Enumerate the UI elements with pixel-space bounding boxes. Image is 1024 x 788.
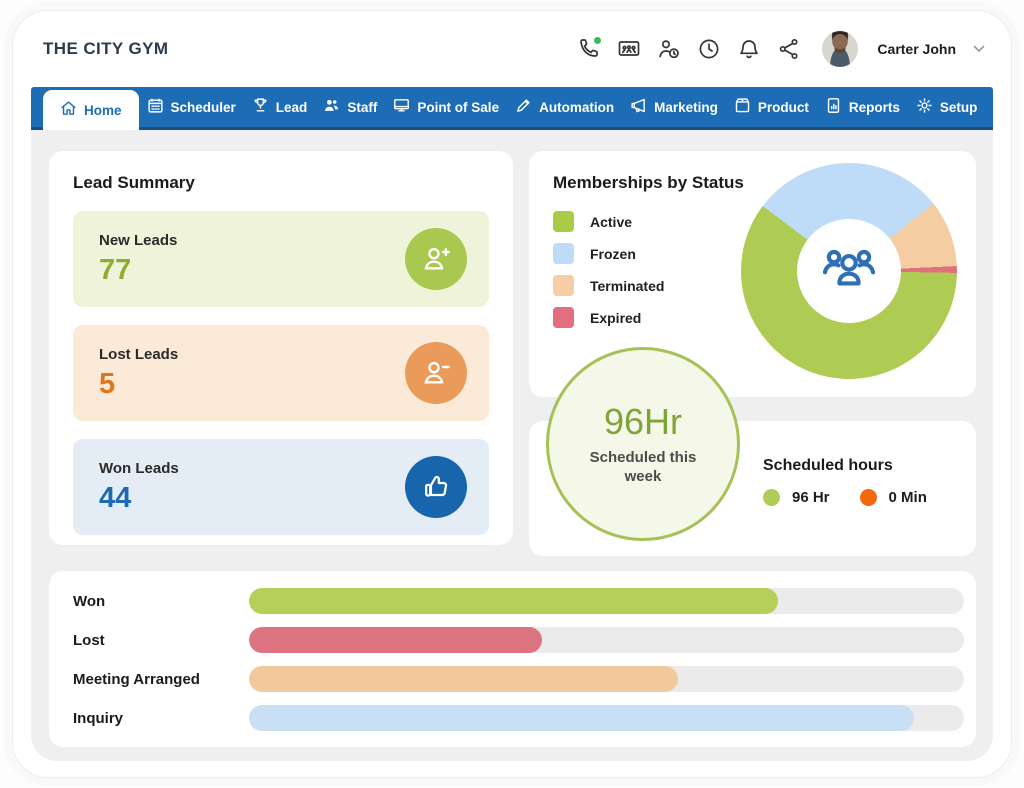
donut-center <box>797 219 901 323</box>
monitor-icon <box>393 97 410 117</box>
lost-bar-track <box>249 627 964 653</box>
nav-tab-lead[interactable]: Lead <box>244 87 316 127</box>
meeting-arranged-bar <box>249 666 678 692</box>
meeting-room-icon[interactable] <box>616 37 641 62</box>
nav-tab-marketing[interactable]: Marketing <box>622 87 726 127</box>
lost-bar <box>249 627 542 653</box>
active-swatch <box>553 211 574 232</box>
nav-tab-automation[interactable]: Automation <box>507 87 622 127</box>
dashboard-content: Lead Summary New Leads 77 Lost Leads 5 <box>31 130 993 761</box>
nav-tab-reports[interactable]: Reports <box>817 87 908 127</box>
nav-tab-point-of-sale[interactable]: Point of Sale <box>385 87 507 127</box>
terminated-swatch <box>553 275 574 296</box>
gear-icon <box>916 97 933 117</box>
main-nav: Home Scheduler Lead Staff Point of Sale … <box>31 87 993 130</box>
new-leads-label: New Leads <box>99 232 177 249</box>
nav-tab-staff[interactable]: Staff <box>315 87 385 127</box>
inquiry-bar <box>249 705 914 731</box>
new-leads-value: 77 <box>99 254 177 287</box>
trophy-icon <box>252 97 269 117</box>
won-bar <box>249 588 778 614</box>
hours-dot <box>763 489 780 506</box>
people-icon <box>323 97 340 117</box>
lead-funnel-card: Won Lost Meeting Arranged Inquiry <box>49 571 976 747</box>
new-leads-tile[interactable]: New Leads 77 <box>73 211 489 307</box>
phone-icon[interactable] <box>576 37 601 62</box>
report-document-icon <box>825 97 842 117</box>
won-leads-label: Won Leads <box>99 460 179 477</box>
bell-icon[interactable] <box>736 37 761 62</box>
inquiry-bar-track <box>249 705 964 731</box>
funnel-row-won: Won <box>73 588 964 614</box>
people-group-icon <box>818 238 880 305</box>
won-leads-value: 44 <box>99 482 179 515</box>
memberships-donut-chart <box>741 163 957 379</box>
chevron-down-icon[interactable] <box>973 40 985 58</box>
minutes-legend-item: 0 Min <box>860 489 927 506</box>
top-header: THE CITY GYM Carter John <box>13 11 1011 87</box>
frozen-swatch <box>553 243 574 264</box>
thumbs-up-icon[interactable] <box>405 456 467 518</box>
scheduled-hours-title: Scheduled hours <box>763 457 927 475</box>
gauge-value: 96Hr <box>604 401 682 443</box>
person-clock-icon[interactable] <box>656 37 681 62</box>
expired-swatch <box>553 307 574 328</box>
scheduled-gauge: 96Hr Scheduled this week <box>546 347 740 541</box>
funnel-row-inquiry: Inquiry <box>73 705 964 731</box>
won-leads-tile[interactable]: Won Leads 44 <box>73 439 489 535</box>
gauge-caption: Scheduled this week <box>577 449 709 487</box>
nav-tab-scheduler[interactable]: Scheduler <box>139 87 244 127</box>
person-minus-icon[interactable] <box>405 342 467 404</box>
lost-leads-tile[interactable]: Lost Leads 5 <box>73 325 489 421</box>
won-bar-track <box>249 588 964 614</box>
funnel-row-lost: Lost <box>73 627 964 653</box>
nav-tab-product[interactable]: Product <box>726 87 817 127</box>
calendar-icon <box>147 97 164 117</box>
header-actions: Carter John <box>576 31 985 67</box>
brand-logo: THE CITY GYM <box>43 39 168 59</box>
share-icon[interactable] <box>776 37 801 62</box>
megaphone-icon <box>630 97 647 117</box>
nav-tab-home[interactable]: Home <box>43 90 139 130</box>
nav-tab-setup[interactable]: Setup <box>908 87 986 127</box>
package-icon <box>734 97 751 117</box>
app-window: THE CITY GYM Carter John <box>12 10 1012 778</box>
hours-legend-item: 96 Hr <box>763 489 830 506</box>
lost-leads-label: Lost Leads <box>99 346 178 363</box>
lead-summary-title: Lead Summary <box>73 173 489 193</box>
home-icon <box>60 100 77 120</box>
user-name[interactable]: Carter John <box>877 41 956 57</box>
funnel-row-meeting-arranged: Meeting Arranged <box>73 666 964 692</box>
person-plus-icon[interactable] <box>405 228 467 290</box>
meeting-arranged-bar-track <box>249 666 964 692</box>
lead-summary-card: Lead Summary New Leads 77 Lost Leads 5 <box>49 151 513 545</box>
online-status-dot <box>594 37 601 44</box>
scheduled-hours-legend: 96 Hr 0 Min <box>763 489 927 506</box>
minutes-dot <box>860 489 877 506</box>
pencil-icon <box>515 97 532 117</box>
clock-icon[interactable] <box>696 37 721 62</box>
user-avatar[interactable] <box>822 31 858 67</box>
lost-leads-value: 5 <box>99 368 178 401</box>
